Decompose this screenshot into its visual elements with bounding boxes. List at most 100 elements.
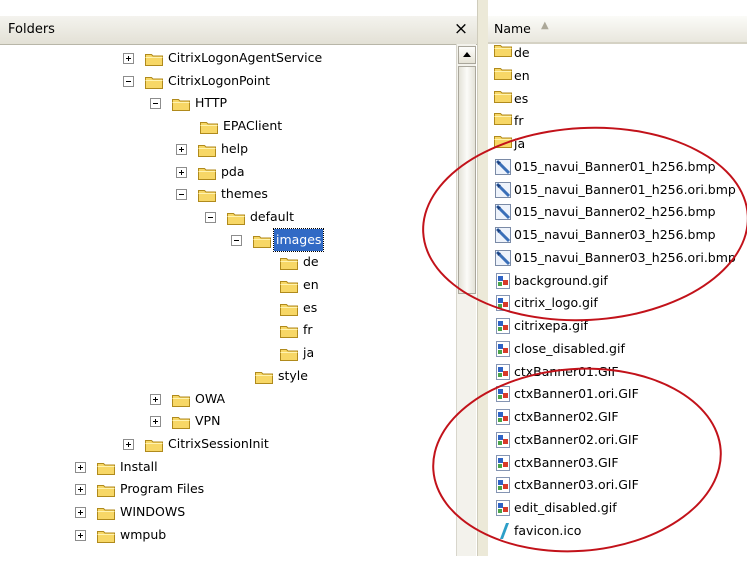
file-list-item[interactable]: en [494, 65, 747, 88]
folder-icon [172, 414, 190, 430]
gif-file-icon [494, 317, 512, 335]
folder-icon [227, 210, 245, 225]
tree-item-de[interactable]: de [0, 251, 456, 273]
file-name: es [514, 90, 529, 106]
tree-item-vpn[interactable]: VPN [0, 410, 456, 432]
tree-item-http[interactable]: HTTP [0, 92, 456, 114]
file-list-item[interactable]: 015_navui_Banner03_h256.bmp [494, 224, 747, 247]
folder-icon [97, 460, 115, 475]
file-name: edit_disabled.gif [514, 500, 617, 515]
expand-plus-icon[interactable] [75, 529, 86, 541]
bmp-file-icon [494, 158, 512, 176]
expand-plus-icon[interactable] [75, 484, 86, 496]
tree-item-install[interactable]: Install [0, 456, 456, 478]
tree-item-citrixsessioninit[interactable]: CitrixSessionInit [0, 433, 456, 455]
tree-item-epaclient[interactable]: EPAClient [0, 115, 456, 137]
file-list-item[interactable]: de [494, 42, 747, 65]
folder-icon [494, 135, 512, 153]
folder-icon [280, 278, 298, 293]
tree-item-en[interactable]: en [0, 274, 456, 296]
file-list-item[interactable]: ctxBanner01.GIF [494, 361, 747, 384]
file-name: en [514, 67, 530, 83]
folder-icon [494, 67, 512, 85]
file-name: 015_navui_Banner02_h256.bmp [514, 204, 716, 220]
file-list-item[interactable]: 015_navui_Banner01_h256.ori.bmp [494, 179, 747, 202]
gif-file-icon [494, 385, 512, 403]
tree-item-label: wmpub [120, 526, 167, 542]
tree-item-citrixlogonpoint[interactable]: CitrixLogonPoint [0, 70, 456, 92]
collapse-minus-icon[interactable] [176, 189, 187, 201]
expand-plus-icon[interactable] [123, 438, 134, 450]
file-list-item[interactable]: close_disabled.gif [494, 338, 747, 361]
file-name: ctxBanner01.ori.GIF [514, 386, 639, 402]
tree-item-images[interactable]: images [0, 227, 456, 252]
tree-item-pda[interactable]: pda [0, 161, 456, 183]
tree-item-citrixlogonagentservice[interactable]: CitrixLogonAgentService [0, 47, 456, 69]
bmp-file-icon [494, 181, 512, 199]
file-list-item[interactable]: ctxBanner03.GIF [494, 452, 747, 475]
gif-file-icon [494, 431, 512, 449]
expand-plus-icon[interactable] [150, 416, 161, 428]
tree-item-es[interactable]: es [0, 297, 456, 319]
expand-plus-icon[interactable] [123, 53, 134, 64]
file-list-item[interactable]: favicon.ico [494, 520, 747, 543]
gif-file-icon [494, 294, 512, 312]
tree-item-wmpub[interactable]: wmpub [0, 524, 456, 546]
file-list-item[interactable]: es [494, 88, 747, 111]
file-list-item[interactable]: ctxBanner03.ori.GIF [494, 474, 747, 497]
file-name: fr [514, 113, 524, 129]
column-header-name[interactable]: Name ▲ [488, 16, 747, 44]
tree-item-ja[interactable]: ja [0, 342, 456, 364]
file-list-item[interactable]: ctxBanner02.GIF [494, 406, 747, 429]
tree-item-program-files[interactable]: Program Files [0, 478, 456, 500]
file-list-item[interactable]: citrixepa.gif [494, 315, 747, 338]
tree-item-themes[interactable]: themes [0, 183, 456, 205]
file-list-item[interactable]: 015_navui_Banner01_h256.bmp [494, 156, 747, 179]
tree-item-label: en [303, 277, 319, 292]
folders-title: Folders [8, 22, 55, 37]
file-name: ctxBanner03.GIF [514, 454, 619, 470]
expand-plus-icon[interactable] [176, 166, 187, 178]
file-name: background.gif [514, 272, 608, 288]
scroll-up-arrow-icon[interactable] [458, 46, 476, 64]
gif-file-icon [494, 272, 512, 290]
tree-item-default[interactable]: default [0, 206, 456, 228]
file-list-item[interactable]: edit_disabled.gif [494, 497, 747, 520]
folder-icon [255, 369, 273, 384]
file-list-item[interactable]: background.gif [494, 270, 747, 293]
expand-plus-icon[interactable] [75, 461, 86, 473]
file-list-item[interactable]: ctxBanner02.ori.GIF [494, 429, 747, 452]
gif-file-icon [494, 408, 512, 426]
file-name: ctxBanner02.ori.GIF [514, 431, 639, 447]
vertical-scrollbar[interactable] [456, 44, 476, 556]
tree-item-label: Program Files [120, 481, 205, 497]
tree-item-label: themes [221, 186, 268, 202]
tree-item-style[interactable]: style [0, 365, 456, 387]
gif-file-icon [494, 363, 512, 381]
file-list-pane: Name ▲ de en es fr ja 015_navui_Banner01_h256… [488, 0, 747, 556]
collapse-minus-icon[interactable] [205, 211, 216, 223]
scrollbar-thumb[interactable] [458, 66, 476, 294]
tree-item-windows[interactable]: WINDOWS [0, 501, 456, 523]
close-icon[interactable]: × [451, 18, 471, 40]
file-list-item[interactable]: citrix_logo.gif [494, 292, 747, 315]
tree-item-label: CitrixSessionInit [168, 435, 269, 451]
tree-item-fr[interactable]: fr [0, 319, 456, 341]
file-list-item[interactable]: ctxBanner01.ori.GIF [494, 383, 747, 406]
file-name: de [514, 45, 530, 60]
collapse-minus-icon[interactable] [123, 75, 134, 87]
file-list-item[interactable]: fr [494, 110, 747, 133]
collapse-minus-icon[interactable] [150, 98, 161, 110]
folder-icon [280, 323, 298, 339]
expand-plus-icon[interactable] [75, 507, 86, 518]
file-name: ja [514, 136, 526, 151]
file-list-item[interactable]: ja [494, 133, 747, 156]
collapse-minus-icon[interactable] [231, 234, 242, 246]
file-list-item[interactable]: 015_navui_Banner03_h256.ori.bmp [494, 247, 747, 270]
tree-item-label: pda [221, 163, 245, 179]
expand-plus-icon[interactable] [150, 393, 161, 405]
tree-item-help[interactable]: help [0, 138, 456, 160]
tree-item-owa[interactable]: OWA [0, 388, 456, 410]
file-list-item[interactable]: 015_navui_Banner02_h256.bmp [494, 201, 747, 224]
expand-plus-icon[interactable] [176, 143, 187, 155]
